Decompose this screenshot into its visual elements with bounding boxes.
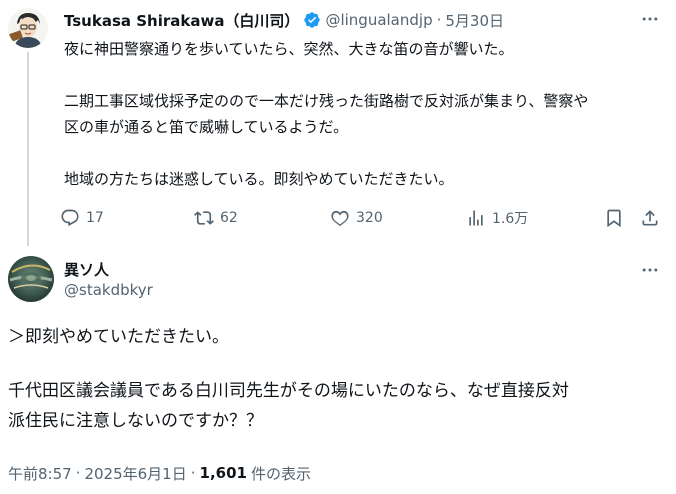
repost-count: 62: [220, 210, 238, 226]
reply-count: 17: [86, 210, 104, 226]
repost-icon: [194, 211, 214, 225]
like-icon: [331, 210, 349, 227]
views-count: 1.6万: [492, 211, 529, 227]
parent-avatar[interactable]: [8, 8, 48, 48]
like-count: 320: [356, 210, 383, 226]
reply-tweet[interactable]: 異ソ人 @stakdbkyr ＞即刻やめていただきたい。 千代田区議会議員である…: [0, 246, 676, 494]
separator-dot: ·: [436, 11, 442, 29]
share-button[interactable]: [640, 204, 666, 232]
reply-button[interactable]: 17: [60, 204, 104, 232]
more-button[interactable]: [638, 9, 662, 29]
tweet-date[interactable]: 2025年6月1日: [84, 463, 186, 484]
verified-badge-icon: [304, 12, 321, 28]
parent-tweet-text: 夜に神田警察通りを歩いていたら、突然、大きな笛の音が響いた。 二期工事区域伐採予…: [64, 36, 664, 192]
tweet-actions: 17 62 320 1.6万: [60, 204, 672, 232]
repost-button[interactable]: 62: [194, 204, 238, 232]
tweet-text-line: 夜に神田警察通りを歩いていたら、突然、大きな笛の音が響いた。: [64, 40, 514, 58]
tweet-metadata: 午前8:57 · 2025年6月1日 · 1,601 件の表示: [8, 462, 311, 484]
reply-tweet-text: ＞即刻やめていただきたい。 千代田区議会議員である白川司先生がその場にいたのなら…: [8, 322, 668, 436]
tweet-views-label: 件の表示: [250, 464, 311, 483]
parent-date[interactable]: 5月30日: [445, 10, 504, 31]
reply-avatar[interactable]: [8, 256, 54, 302]
parent-author-name[interactable]: Tsukasa Shirakawa（白川司）: [64, 10, 299, 31]
parent-tweet[interactable]: Tsukasa Shirakawa（白川司） @lingualandjp · 5…: [0, 0, 676, 246]
parent-handle[interactable]: @lingualandjp: [325, 11, 432, 29]
reply-author-name[interactable]: 異ソ人: [64, 259, 109, 280]
tweet-views-count: 1,601: [199, 464, 247, 482]
views-icon: [469, 210, 483, 226]
separator-dot: ·: [75, 464, 81, 482]
share-icon: [642, 210, 658, 226]
reply-icon: [61, 209, 79, 227]
like-button[interactable]: 320: [330, 204, 383, 232]
tweet-time[interactable]: 午前8:57: [8, 463, 72, 484]
reply-handle[interactable]: @stakdbkyr: [64, 281, 153, 299]
tweet-text-line: 地域の方たちは迷惑している。即刻やめていただきたい。: [64, 170, 454, 188]
views-button[interactable]: 1.6万: [466, 204, 528, 232]
tweet-text-line: 千代田区議会議員である白川司先生がその場にいたのなら、なぜ直接反対: [8, 381, 569, 401]
more-icon: [642, 268, 658, 272]
tweet-text-line: ＞即刻やめていただきたい。: [8, 327, 229, 347]
more-button[interactable]: [638, 260, 662, 280]
bookmark-button[interactable]: [604, 204, 630, 232]
parent-header: Tsukasa Shirakawa（白川司） @lingualandjp · 5…: [64, 9, 504, 31]
tweet-text-line: 派住民に注意しないのですか？？: [8, 411, 263, 431]
tweet-text-line: 区の車が通ると笛で威嚇しているようだ。: [64, 118, 349, 136]
bookmark-icon: [607, 209, 621, 228]
tweet-text-line: 二期工事区域伐採予定のので一本だけ残った街路樹で反対派が集まり、警察や: [64, 92, 589, 110]
separator-dot: ·: [190, 464, 196, 482]
more-icon: [642, 17, 658, 21]
tweet-thread: Tsukasa Shirakawa（白川司） @lingualandjp · 5…: [0, 0, 676, 494]
thread-line: [27, 52, 29, 246]
